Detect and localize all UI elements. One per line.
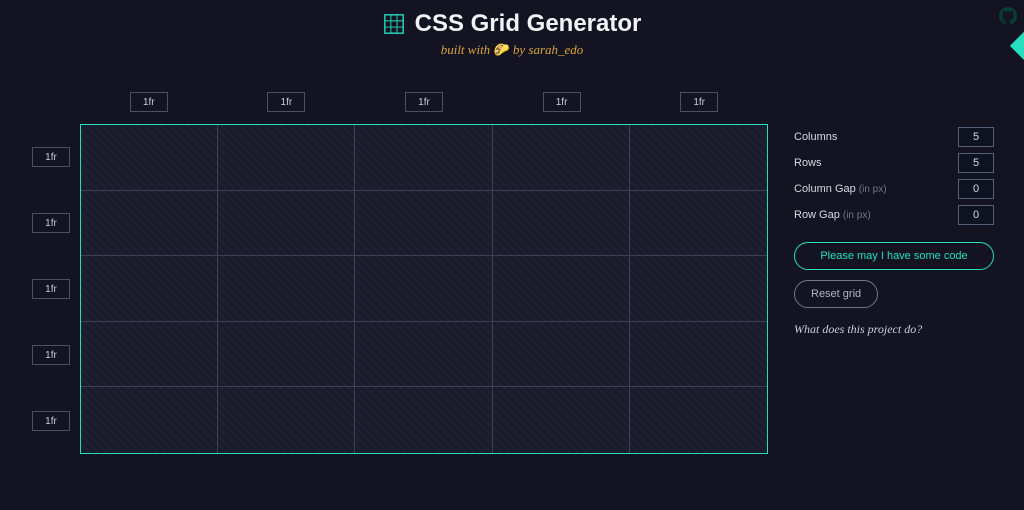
grid-cell[interactable] (81, 125, 218, 191)
col-unit-input-4[interactable] (680, 92, 718, 112)
reset-button[interactable]: Reset grid (794, 280, 878, 308)
grid-cell[interactable] (218, 322, 355, 388)
grid-cell[interactable] (355, 256, 492, 322)
row-unit-input-1[interactable] (32, 213, 70, 233)
grid-cell[interactable] (81, 322, 218, 388)
row-unit-input-2[interactable] (32, 279, 70, 299)
grid-cell[interactable] (630, 191, 767, 257)
grid-logo-icon (383, 13, 405, 35)
row-unit-input-4[interactable] (32, 411, 70, 431)
grid-cell[interactable] (630, 322, 767, 388)
author-link[interactable]: by sarah_edo (513, 42, 583, 57)
grid-cell[interactable] (630, 256, 767, 322)
column-unit-headers (80, 90, 768, 114)
col-unit-input-3[interactable] (543, 92, 581, 112)
about-link[interactable]: What does this project do? (794, 322, 994, 337)
byline: built with 🌮 by sarah_edo (0, 42, 1024, 58)
grid-cell[interactable] (355, 191, 492, 257)
grid-cell[interactable] (630, 125, 767, 191)
col-unit-input-1[interactable] (267, 92, 305, 112)
colgap-label: Column Gap(in px) (794, 183, 887, 195)
grid-cell[interactable] (218, 387, 355, 453)
grid-cell[interactable] (493, 125, 630, 191)
grid-cell[interactable] (81, 387, 218, 453)
settings-panel: Columns Rows Column Gap(in px) Row Gap(i… (794, 124, 994, 337)
grid-cell[interactable] (355, 322, 492, 388)
grid-cell[interactable] (355, 387, 492, 453)
colgap-input[interactable] (958, 179, 994, 199)
rows-input[interactable] (958, 153, 994, 173)
taco-icon: 🌮 (493, 42, 509, 57)
grid-cell[interactable] (218, 256, 355, 322)
col-unit-input-2[interactable] (405, 92, 443, 112)
row-unit-headers (30, 124, 72, 454)
generate-code-button[interactable]: Please may I have some code (794, 242, 994, 270)
rows-label: Rows (794, 157, 822, 169)
grid-cell[interactable] (630, 387, 767, 453)
rowgap-input[interactable] (958, 205, 994, 225)
columns-label: Columns (794, 131, 837, 143)
rowgap-label: Row Gap(in px) (794, 209, 871, 221)
grid-canvas[interactable] (80, 124, 768, 454)
grid-cell[interactable] (493, 322, 630, 388)
grid-cell[interactable] (493, 191, 630, 257)
header: CSS Grid Generator built with 🌮 by sarah… (0, 0, 1024, 58)
grid-cell[interactable] (81, 191, 218, 257)
grid-cell[interactable] (81, 256, 218, 322)
row-unit-input-3[interactable] (32, 345, 70, 365)
grid-cell[interactable] (218, 125, 355, 191)
grid-cell[interactable] (355, 125, 492, 191)
row-unit-input-0[interactable] (32, 147, 70, 167)
page-title: CSS Grid Generator (415, 10, 642, 38)
grid-cell[interactable] (493, 387, 630, 453)
grid-cell[interactable] (493, 256, 630, 322)
github-icon (999, 7, 1017, 25)
col-unit-input-0[interactable] (130, 92, 168, 112)
grid-cell[interactable] (218, 191, 355, 257)
columns-input[interactable] (958, 127, 994, 147)
